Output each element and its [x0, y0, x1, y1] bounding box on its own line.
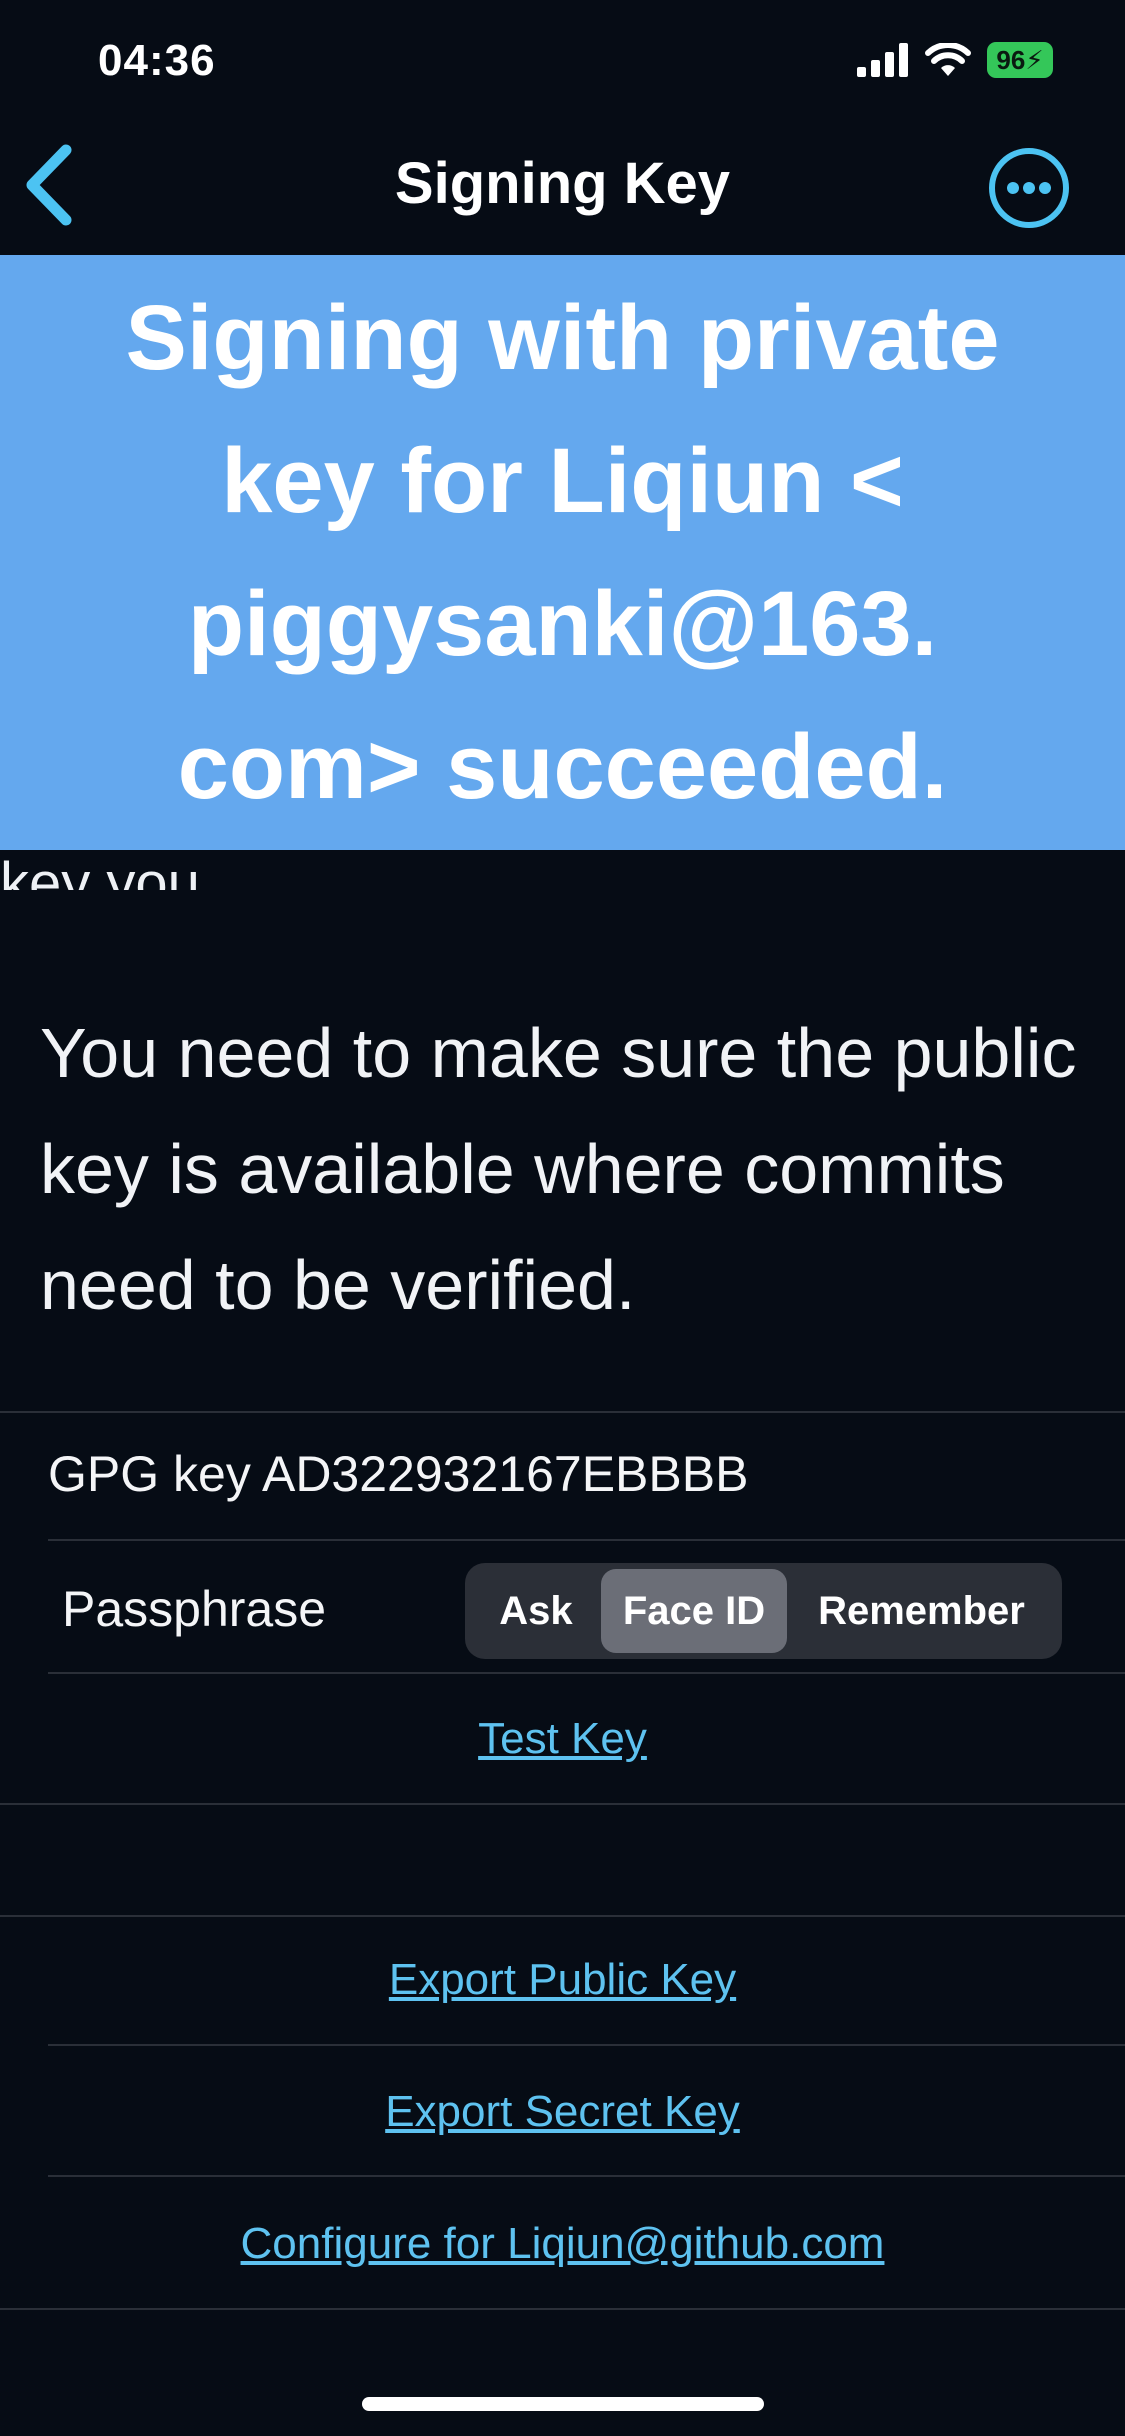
battery-level: 96	[996, 44, 1026, 75]
section-separator	[0, 2308, 1125, 2310]
row-separator	[48, 1672, 1125, 1674]
hidden-text: key you	[0, 851, 200, 890]
gpg-key-label: GPG key AD322932167EBBBB	[48, 1446, 749, 1502]
section-separator	[0, 1411, 1125, 1413]
toast-message: Signing with private key for Liqiun < pi…	[125, 286, 1000, 818]
passphrase-option-remember[interactable]: Remember	[787, 1569, 1056, 1653]
home-indicator[interactable]	[362, 2397, 764, 2411]
export-secret-key-link[interactable]: Export Secret Key	[0, 2087, 1125, 2137]
hidden-text-clip: key you	[0, 850, 1125, 890]
configure-github-link[interactable]: Configure for Liqiun@github.com	[0, 2219, 1125, 2269]
passphrase-label: Passphrase	[62, 1581, 327, 1637]
test-key-link[interactable]: Test Key	[0, 1714, 1125, 1764]
passphrase-option-face-id[interactable]: Face ID	[601, 1569, 787, 1653]
page-title: Signing Key	[394, 151, 731, 216]
row-separator	[48, 2175, 1125, 2177]
section-separator	[0, 1803, 1125, 1805]
charging-bolt-icon: ⚡	[1025, 44, 1044, 75]
ellipsis-circle-icon[interactable]	[987, 146, 1071, 230]
passphrase-segmented-control[interactable]: Ask Face ID Remember	[465, 1563, 1062, 1659]
info-text: You need to make sure the public key is …	[40, 1014, 1077, 1324]
status-icons: 96 ⚡	[857, 42, 1053, 78]
passphrase-option-ask[interactable]: Ask	[471, 1569, 601, 1653]
cellular-signal-icon	[857, 43, 908, 77]
export-public-key-link[interactable]: Export Public Key	[0, 1955, 1125, 2005]
status-time: 04:36	[98, 36, 216, 85]
row-separator	[48, 2044, 1125, 2046]
wifi-icon	[925, 43, 971, 76]
section-separator	[0, 1915, 1125, 1917]
success-toast[interactable]: Signing with private key for Liqiun < pi…	[0, 255, 1125, 850]
row-separator	[48, 1539, 1125, 1541]
battery-charging-icon: 96 ⚡	[987, 42, 1053, 78]
